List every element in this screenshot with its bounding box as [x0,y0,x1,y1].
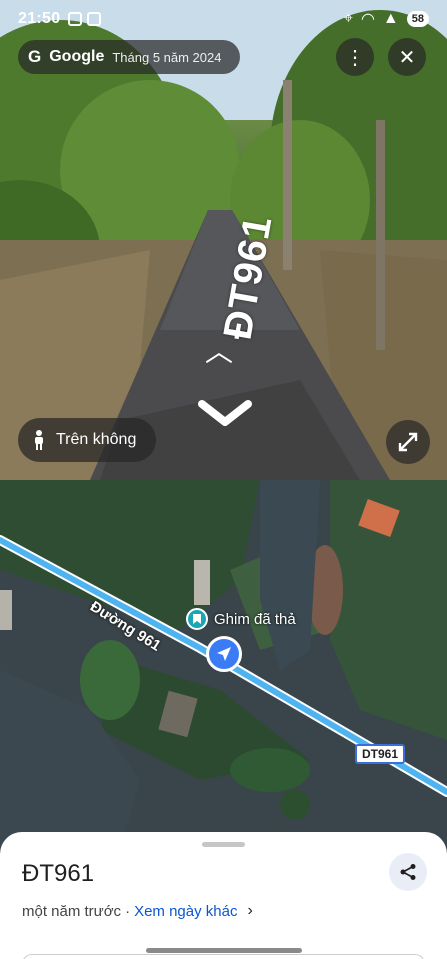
chevron-up-icon[interactable]: ︿ [205,330,233,370]
person-icon [35,430,43,450]
status-time: 21:50 [18,10,61,27]
share-icon [400,864,416,880]
next-card-edge [22,954,425,959]
notification-icons [68,12,102,26]
imagery-header[interactable]: G Google Tháng 5 năm 2024 [18,40,240,74]
gesture-home-bar[interactable] [146,948,302,953]
close-icon: ✕ [398,46,416,69]
capture-date: Tháng 5 năm 2024 [112,49,222,65]
imagery-meta: một năm trước · Xem ngày khác › [22,902,253,920]
brand-name: Google [49,48,105,65]
time-ago: một năm trước [22,902,122,920]
dropped-pin-label: Ghim đã thả [214,610,296,628]
navigation-arrow-icon [217,647,231,661]
status-right: ⌖ ◠ ▲ 58 [344,9,429,29]
move-forward-arrow-icon[interactable] [198,398,252,428]
share-button[interactable] [389,853,427,891]
close-button[interactable]: ✕ [388,38,426,76]
aerial-view-button[interactable]: Trên không [18,418,156,462]
street-view-panel[interactable]: 21:50 ⌖ ◠ ▲ 58 G Google Tháng 5 năm 2024… [0,0,447,480]
drag-handle[interactable] [202,842,245,847]
more-button[interactable]: ⋮ [336,38,374,76]
expand-icon [398,432,418,452]
expand-button[interactable] [386,420,430,464]
google-g-icon: G [28,47,42,66]
meta-separator: · [125,902,131,920]
chevron-right-icon[interactable]: › [247,902,252,920]
battery-badge: 58 [406,11,429,27]
bookmark-pin-icon [186,608,208,630]
signal-icon: ▲ [382,10,399,27]
notification-icon [68,12,83,26]
dropped-pin[interactable]: Ghim đã thả [186,608,296,630]
current-location-marker [206,636,242,672]
status-bar: 21:50 ⌖ ◠ ▲ 58 [0,0,447,38]
wifi-icon: ◠ [360,11,375,28]
more-vert-icon: ⋮ [345,46,365,69]
aerial-view-label: Trên không [56,431,137,448]
bottom-sheet[interactable]: ĐT961 một năm trước · Xem ngày khác › [0,832,447,959]
location-icon: ⌖ [343,10,353,27]
route-shield: DT961 [355,744,406,764]
see-other-dates-link[interactable]: Xem ngày khác [134,903,237,920]
place-title: ĐT961 [22,860,95,887]
notification-icon [87,12,102,26]
